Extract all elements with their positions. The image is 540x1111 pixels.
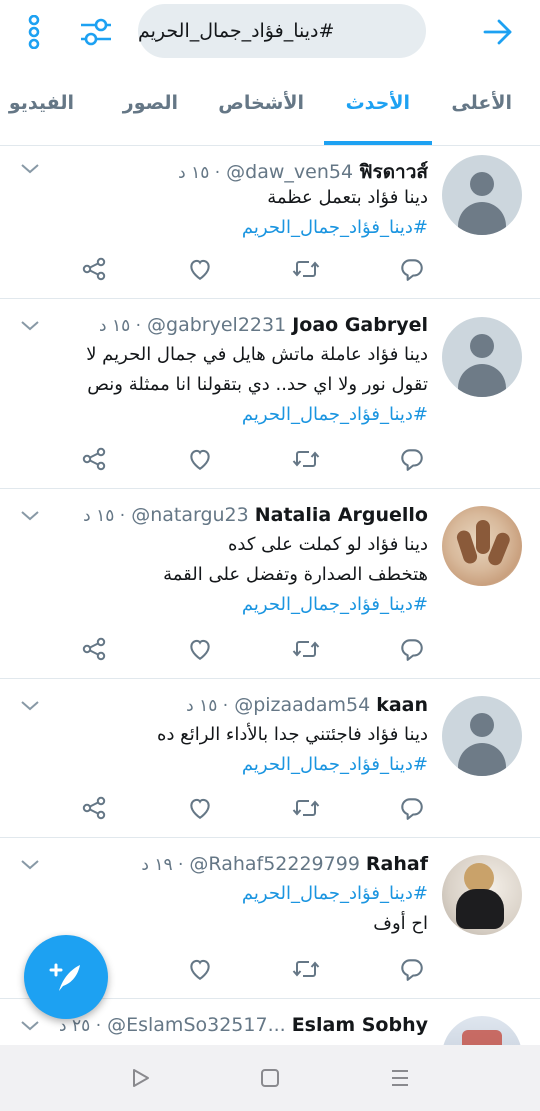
user-handle: @gabryel2231 bbox=[147, 314, 287, 336]
display-name[interactable]: Natalia Arguello bbox=[255, 504, 428, 526]
compose-feather-icon bbox=[49, 963, 80, 991]
search-filter-icon[interactable] bbox=[76, 12, 116, 52]
tweet-header: Joao Gabryel @gabryel2231 ١٥ د · bbox=[99, 314, 428, 336]
tweet-text: دينا فؤاد فاجئتني جدا بالأداء الرائع ده … bbox=[18, 720, 428, 780]
tweet-text: دينا فؤاد بتعمل عظمة #دينا_فؤاد_جمال_الح… bbox=[18, 183, 428, 243]
arrow-right-icon[interactable] bbox=[478, 12, 518, 52]
timestamp: ١٥ د · bbox=[98, 316, 142, 336]
tweet-header: kaan @pizaadam54 ١٥ د · bbox=[186, 694, 428, 716]
tweet-line: هتخطف الصدارة وتفضل على القمة bbox=[163, 564, 428, 585]
timestamp: ١٥ د · bbox=[178, 163, 221, 183]
tweet-actions bbox=[0, 439, 540, 479]
tweet-text: #دينا_فؤاد_جمال_الحريم اح أوف bbox=[18, 879, 428, 939]
tweet-line: اح أوف bbox=[373, 913, 428, 934]
chevron-down-icon[interactable] bbox=[18, 504, 42, 528]
search-input[interactable]: #دينا_فؤاد_جمال_الحريم bbox=[138, 4, 426, 58]
retweet-icon[interactable] bbox=[286, 949, 326, 989]
share-icon[interactable] bbox=[74, 788, 114, 828]
tweet[interactable]: ฟิรดาวส์ @daw_ven54 ١٥ د · دينا فؤاد بتع… bbox=[0, 147, 540, 299]
top-bar: #دينا_فؤاد_جمال_الحريم bbox=[0, 0, 540, 64]
tweet-line: دينا فؤاد عاملة ماتش هايل في جمال الحريم… bbox=[86, 344, 428, 365]
heart-icon[interactable] bbox=[180, 629, 220, 669]
hashtag-link[interactable]: #دينا_فؤاد_جمال_الحريم bbox=[18, 400, 428, 430]
tweet-line: دينا فؤاد بتعمل عظمة bbox=[267, 187, 428, 208]
tab-photos[interactable]: الصور bbox=[123, 92, 178, 114]
reply-icon[interactable] bbox=[392, 949, 432, 989]
heart-icon[interactable] bbox=[180, 949, 220, 989]
avatar[interactable] bbox=[442, 155, 522, 235]
share-icon[interactable] bbox=[74, 629, 114, 669]
system-navigation-bar bbox=[0, 1045, 540, 1111]
search-tabs: الأعلى الأحدث الأشخاص الصور الفيديو bbox=[0, 76, 540, 146]
display-name[interactable]: kaan bbox=[376, 694, 428, 716]
avatar[interactable] bbox=[442, 855, 522, 935]
chevron-down-icon[interactable] bbox=[18, 853, 42, 877]
timestamp: ١٥ د · bbox=[83, 506, 126, 526]
avatar[interactable] bbox=[442, 696, 522, 776]
user-handle: @daw_ven54 bbox=[226, 161, 354, 183]
tweet[interactable]: kaan @pizaadam54 ١٥ د · دينا فؤاد فاجئتن… bbox=[0, 680, 540, 838]
tweet-header: Eslam Sobhy @EslamSo32517... ٢٥ د · bbox=[59, 1014, 428, 1036]
reply-icon[interactable] bbox=[392, 629, 432, 669]
tweet[interactable]: Joao Gabryel @gabryel2231 ١٥ د · دينا فؤ… bbox=[0, 300, 540, 489]
display-name[interactable]: Eslam Sobhy bbox=[292, 1014, 428, 1036]
avatar[interactable] bbox=[442, 317, 522, 397]
heart-icon[interactable] bbox=[180, 249, 220, 289]
more-options-icon[interactable] bbox=[14, 12, 54, 52]
timestamp: ٢٥ د · bbox=[59, 1016, 102, 1036]
tweet-line: تقول نور ولا اي حد.. دي بتقولنا انا ممثل… bbox=[87, 374, 428, 395]
heart-icon[interactable] bbox=[180, 439, 220, 479]
tab-top[interactable]: الأعلى bbox=[451, 92, 512, 114]
chevron-down-icon[interactable] bbox=[18, 1014, 42, 1038]
chevron-down-icon[interactable] bbox=[18, 694, 42, 718]
user-handle: @natargu23 bbox=[131, 504, 249, 526]
tweet-line: دينا فؤاد فاجئتني جدا بالأداء الرائع ده bbox=[157, 724, 428, 745]
tweet-actions bbox=[0, 788, 540, 828]
display-name[interactable]: Rahaf bbox=[366, 853, 428, 875]
avatar[interactable] bbox=[442, 1016, 522, 1045]
tweet-actions bbox=[0, 629, 540, 669]
timestamp: ١٩ د · bbox=[141, 855, 184, 875]
timestamp: ١٥ د · bbox=[186, 696, 229, 716]
tab-videos[interactable]: الفيديو bbox=[9, 92, 74, 114]
reply-icon[interactable] bbox=[392, 249, 432, 289]
menu-lines-icon[interactable] bbox=[385, 1063, 415, 1093]
chevron-down-icon[interactable] bbox=[18, 314, 42, 338]
share-icon[interactable] bbox=[74, 439, 114, 479]
hashtag-link[interactable]: #دينا_فؤاد_جمال_الحريم bbox=[18, 879, 428, 909]
user-handle: @EslamSo32517... bbox=[107, 1014, 286, 1036]
tweet-line: دينا فؤاد لو كملت على كده bbox=[227, 534, 428, 555]
hashtag-link[interactable]: #دينا_فؤاد_جمال_الحريم bbox=[18, 590, 428, 620]
avatar[interactable] bbox=[442, 506, 522, 586]
tab-people[interactable]: الأشخاص bbox=[218, 92, 304, 114]
user-handle: @Rahaf52229799 bbox=[189, 853, 360, 875]
play-back-icon[interactable] bbox=[126, 1063, 156, 1093]
search-query: #دينا_فؤاد_جمال_الحريم bbox=[138, 20, 335, 42]
chevron-down-icon[interactable] bbox=[18, 157, 42, 181]
tweet-text: دينا فؤاد عاملة ماتش هايل في جمال الحريم… bbox=[18, 340, 428, 430]
retweet-icon[interactable] bbox=[286, 249, 326, 289]
active-tab-indicator bbox=[324, 141, 432, 145]
reply-icon[interactable] bbox=[392, 788, 432, 828]
tweet-header: Natalia Arguello @natargu23 ١٥ د · bbox=[83, 504, 428, 526]
home-square-icon[interactable] bbox=[255, 1063, 285, 1093]
retweet-icon[interactable] bbox=[286, 629, 326, 669]
hashtag-link[interactable]: #دينا_فؤاد_جمال_الحريم bbox=[18, 213, 428, 243]
compose-tweet-button[interactable] bbox=[24, 935, 108, 1019]
tweet-actions bbox=[0, 249, 540, 289]
hashtag-link[interactable]: #دينا_فؤاد_جمال_الحريم bbox=[18, 750, 428, 780]
display-name[interactable]: Joao Gabryel bbox=[292, 314, 428, 336]
tweet-text: دينا فؤاد لو كملت على كده هتخطف الصدارة … bbox=[18, 530, 428, 620]
retweet-icon[interactable] bbox=[286, 788, 326, 828]
tab-latest[interactable]: الأحدث bbox=[346, 92, 410, 114]
tweet-header: Rahaf @Rahaf52229799 ١٩ د · bbox=[141, 853, 428, 875]
heart-icon[interactable] bbox=[180, 788, 220, 828]
reply-icon[interactable] bbox=[392, 439, 432, 479]
tweet[interactable]: Natalia Arguello @natargu23 ١٥ د · دينا … bbox=[0, 490, 540, 679]
user-handle: @pizaadam54 bbox=[234, 694, 371, 716]
retweet-icon[interactable] bbox=[286, 439, 326, 479]
share-icon[interactable] bbox=[74, 249, 114, 289]
